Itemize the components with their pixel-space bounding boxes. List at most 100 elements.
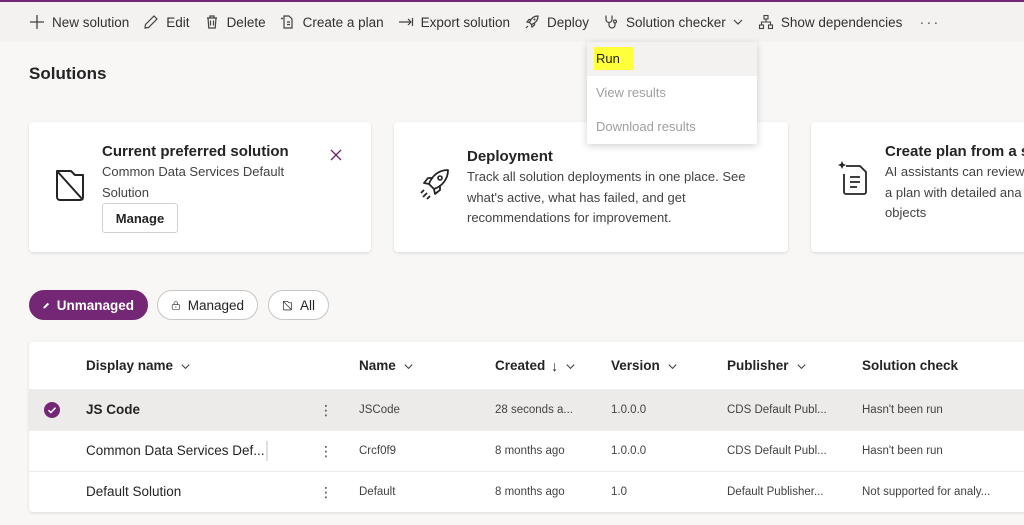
manage-button[interactable]: Manage bbox=[102, 203, 178, 233]
more-commands-button[interactable]: ··· bbox=[909, 2, 950, 42]
preferred-solution-card: Current preferred solution Common Data S… bbox=[29, 122, 371, 252]
create-plan-label: Create a plan bbox=[302, 14, 384, 30]
column-header-solution-check[interactable]: Solution check bbox=[862, 342, 958, 390]
table-row[interactable]: JS Code ⋮ JSCode 28 seconds a... 1.0.0.0… bbox=[29, 389, 1024, 430]
pencil-icon bbox=[43, 302, 50, 308]
create-plan-button[interactable]: Create a plan bbox=[273, 2, 391, 42]
document-sparkle-icon bbox=[838, 161, 867, 195]
plus-icon bbox=[30, 15, 44, 29]
cell-display-name[interactable]: Default Solution bbox=[86, 472, 181, 512]
column-header-created[interactable]: Created ↓ bbox=[495, 342, 576, 390]
filter-managed-label: Managed bbox=[187, 297, 244, 313]
menu-item-download-results: Download results bbox=[596, 119, 696, 134]
solution-icon bbox=[282, 300, 293, 310]
cell-name: JSCode bbox=[359, 404, 400, 416]
deploy-label: Deploy bbox=[546, 14, 589, 30]
document-sparkle-icon bbox=[280, 15, 293, 29]
cell-solution-check: Hasn't been run bbox=[862, 445, 943, 457]
new-solution-button[interactable]: New solution bbox=[22, 2, 136, 42]
create-plan-desc-line1: AI assistants can review bbox=[885, 164, 1024, 179]
show-dependencies-label: Show dependencies bbox=[780, 14, 903, 30]
filter-unmanaged-label: Unmanaged bbox=[56, 297, 134, 313]
deployment-desc-line1: Track all solution deployments in one pl… bbox=[467, 169, 746, 184]
cell-version: 1.0.0.0 bbox=[611, 445, 647, 457]
solutions-table: Display name Name Created ↓ Version Publ… bbox=[29, 342, 1024, 512]
chevron-down-icon bbox=[404, 363, 413, 369]
pencil-icon bbox=[144, 15, 159, 29]
create-plan-desc-line2: a plan with detailed ana bbox=[885, 185, 1022, 200]
page-title: Solutions bbox=[29, 64, 107, 83]
arrow-export-icon bbox=[398, 18, 413, 26]
preferred-solution-desc-line1: Common Data Services Default bbox=[102, 164, 285, 179]
cell-name: Default bbox=[359, 486, 396, 498]
chevron-down-icon bbox=[796, 363, 806, 369]
column-header-version-label: Version bbox=[611, 358, 660, 373]
checkmark-circle-icon[interactable] bbox=[44, 402, 60, 418]
sort-descending-icon: ↓ bbox=[551, 358, 559, 374]
chevron-down-icon bbox=[668, 363, 677, 369]
deployment-title: Deployment bbox=[467, 148, 553, 165]
edit-button[interactable]: Edit bbox=[136, 2, 196, 42]
column-header-name-label: Name bbox=[359, 358, 396, 373]
filter-managed[interactable]: Managed bbox=[157, 290, 258, 320]
new-solution-label: New solution bbox=[52, 14, 130, 30]
solution-icon bbox=[56, 170, 84, 201]
cell-created: 8 months ago bbox=[495, 486, 565, 498]
solution-checker-button[interactable]: Solution checker bbox=[596, 2, 751, 42]
solution-checker-menu: Run View results Download results bbox=[587, 42, 757, 144]
deployment-desc-line3: recommendations for improvement. bbox=[467, 210, 672, 225]
stethoscope-icon bbox=[605, 15, 618, 29]
preferred-solution-desc-line2: Solution bbox=[102, 185, 149, 200]
filter-unmanaged[interactable]: Unmanaged bbox=[29, 290, 148, 320]
cell-solution-check: Hasn't been run bbox=[862, 404, 943, 416]
cell-version: 1.0.0.0 bbox=[611, 404, 647, 416]
column-header-publisher-label: Publisher bbox=[727, 358, 789, 373]
cell-publisher: CDS Default Publ... bbox=[727, 404, 827, 416]
deploy-button[interactable]: Deploy bbox=[517, 2, 596, 42]
hierarchy-icon bbox=[758, 14, 773, 30]
column-header-version[interactable]: Version bbox=[611, 342, 678, 390]
rocket-icon bbox=[525, 15, 539, 29]
lock-icon bbox=[171, 300, 180, 310]
close-icon[interactable] bbox=[329, 148, 343, 162]
chevron-down-icon bbox=[181, 363, 190, 369]
cell-display-name[interactable]: JS Code bbox=[86, 390, 140, 430]
export-solution-button[interactable]: Export solution bbox=[391, 2, 517, 42]
menu-item-view-results: View results bbox=[596, 85, 666, 100]
column-header-display-name-label: Display name bbox=[86, 358, 174, 373]
more-options-icon[interactable]: ⋮ bbox=[319, 431, 333, 471]
preferred-solution-title: Current preferred solution bbox=[102, 143, 289, 160]
menu-item-run-label: Run bbox=[594, 47, 634, 70]
show-dependencies-button[interactable]: Show dependencies bbox=[751, 2, 910, 42]
cell-publisher: CDS Default Publ... bbox=[727, 445, 827, 457]
trash-icon bbox=[206, 15, 217, 29]
rocket-icon bbox=[420, 169, 449, 200]
column-header-name[interactable]: Name bbox=[359, 342, 414, 390]
cell-display-name[interactable]: Common Data Services Def... bbox=[86, 431, 265, 471]
column-header-solution-check-label: Solution check bbox=[862, 358, 959, 373]
export-solution-label: Export solution bbox=[420, 14, 510, 30]
delete-label: Delete bbox=[226, 14, 266, 30]
cell-name: Crcf0f9 bbox=[359, 445, 397, 457]
solution-checker-label: Solution checker bbox=[626, 14, 726, 30]
command-bar: New solution Edit Delete Create a plan E… bbox=[0, 0, 1024, 42]
column-header-display-name[interactable]: Display name bbox=[86, 342, 191, 390]
create-plan-card[interactable]: Create plan from a so AI assistants can … bbox=[811, 122, 1024, 252]
menu-item-run[interactable]: Run bbox=[587, 42, 757, 76]
delete-button[interactable]: Delete bbox=[197, 2, 273, 42]
column-divider bbox=[266, 441, 268, 461]
create-plan-desc-line3: objects bbox=[885, 205, 927, 220]
column-header-created-label: Created bbox=[495, 358, 546, 373]
create-plan-title: Create plan from a so bbox=[885, 143, 1024, 160]
cell-version: 1.0 bbox=[611, 486, 627, 498]
table-row[interactable]: Common Data Services Def... ⋮ Crcf0f9 8 … bbox=[29, 430, 1024, 471]
cell-created: 8 months ago bbox=[495, 445, 565, 457]
table-row[interactable]: Default Solution ⋮ Default 8 months ago … bbox=[29, 471, 1024, 512]
chevron-down-icon bbox=[566, 363, 575, 369]
more-options-icon[interactable]: ⋮ bbox=[319, 472, 333, 512]
column-header-publisher[interactable]: Publisher bbox=[727, 342, 807, 390]
filter-all-label: All bbox=[299, 297, 315, 313]
filter-all[interactable]: All bbox=[268, 290, 329, 320]
more-options-icon[interactable]: ⋮ bbox=[319, 390, 333, 430]
cell-publisher: Default Publisher... bbox=[727, 486, 824, 498]
